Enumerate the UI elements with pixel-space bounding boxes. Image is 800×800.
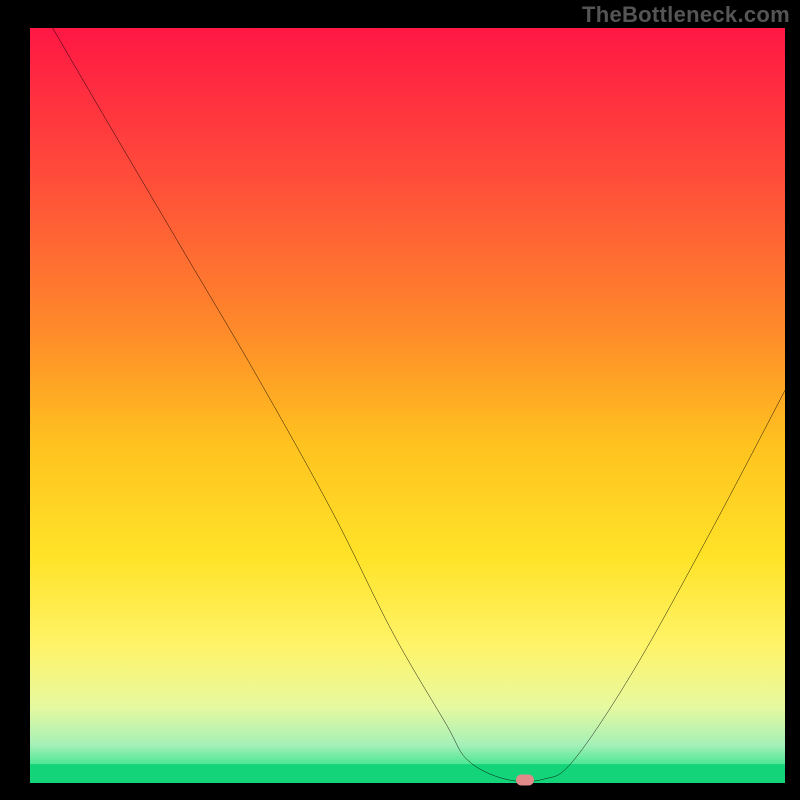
watermark-text: TheBottleneck.com xyxy=(582,2,790,28)
bottleneck-curve xyxy=(30,28,785,783)
plot-area xyxy=(30,28,785,783)
chart-frame: TheBottleneck.com xyxy=(0,0,800,800)
optimal-marker xyxy=(516,774,534,785)
